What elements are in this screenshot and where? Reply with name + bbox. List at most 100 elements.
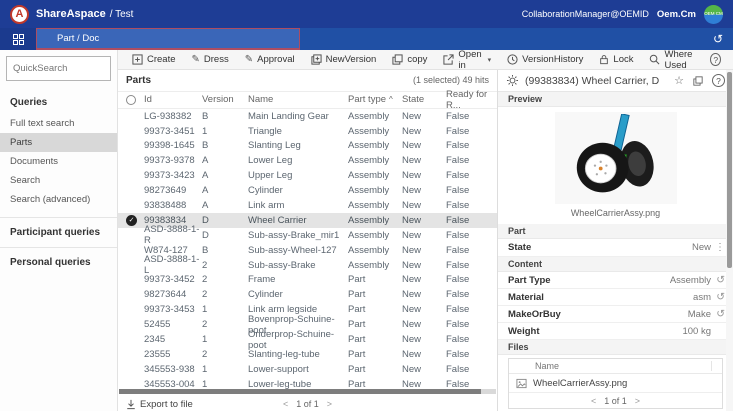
cell-name: Wheel Carrier — [248, 214, 307, 226]
scrollbar-thumb[interactable] — [727, 72, 732, 268]
previous-page-icon[interactable]: < — [591, 396, 596, 406]
vertical-scrollbar[interactable] — [726, 70, 733, 411]
history-icon[interactable]: ↺ — [711, 274, 725, 286]
cell-ready: False — [446, 140, 470, 152]
table-row[interactable]: ✓ 98273649 A Cylinder Assembly New False — [118, 183, 497, 198]
tab-part-doc[interactable]: Part / Doc — [36, 28, 300, 50]
table-row[interactable]: ✓ 23555 2 Slanting-leg-tube Part New Fal… — [118, 347, 497, 362]
cell-part-type: Assembly — [348, 200, 390, 212]
search-input[interactable] — [6, 56, 111, 81]
column-header-part-type[interactable]: Part type ^ — [348, 94, 402, 105]
next-page-icon[interactable]: > — [327, 399, 332, 409]
cell-id: 2345 — [144, 334, 166, 346]
dress-button[interactable]: ✎ Dress — [184, 50, 237, 69]
cell-name: Sub-assy-Brake_mir1 — [248, 229, 340, 241]
cell-id: ASD-3888-1-L — [144, 254, 200, 277]
where-used-button[interactable]: Where Used — [641, 49, 710, 71]
export-to-file-button[interactable]: Export to file — [126, 399, 193, 410]
table-row[interactable]: ✓ 99373-3423 A Upper Leg Assembly New Fa… — [118, 168, 497, 183]
query-list: Full text search Parts Documents Search … — [0, 114, 117, 209]
cell-id: 23555 — [144, 348, 171, 360]
table-row[interactable]: ✓ 99373-3452 2 Frame Part New False — [118, 273, 497, 288]
scrollbar-thumb[interactable] — [119, 389, 481, 395]
table-row[interactable]: ✓ 99373-3451 1 Triangle Assembly New Fal… — [118, 124, 497, 139]
files-section-header: Files — [498, 340, 733, 355]
attribute-row: MakeOrBuy Make ↺ — [498, 306, 733, 323]
cell-state: New — [402, 110, 422, 122]
avatar[interactable]: OEM CM — [704, 4, 723, 24]
user-name[interactable]: Oem.Cm — [657, 9, 696, 20]
copy-button[interactable]: copy — [384, 50, 435, 69]
column-header-version[interactable]: Version — [202, 94, 248, 105]
table-row[interactable]: ✓ 93838488 A Link arm Assembly New False — [118, 198, 497, 213]
query-item-label: Documents — [10, 156, 59, 167]
cell-part-type: Assembly — [348, 229, 390, 241]
cell-part-type: Part — [348, 289, 366, 301]
file-row[interactable]: WheelCarrierAssy.png — [509, 374, 722, 392]
version-history-button[interactable]: VersionHistory — [499, 50, 591, 69]
column-header-ready[interactable]: Ready for R... — [446, 89, 497, 111]
cell-version: B — [202, 110, 209, 122]
cell-ready: False — [446, 229, 470, 241]
cell-id: 345553-938 — [144, 363, 195, 375]
duplicate-icon[interactable] — [693, 75, 703, 86]
favorite-star-icon[interactable]: ☆ — [674, 74, 684, 87]
overflow-menu-icon[interactable]: ⋮ — [711, 242, 725, 253]
table-row[interactable]: ✓ ASD-3888-1-R D Sub-assy-Brake_mir1 Ass… — [118, 224, 497, 246]
cell-ready: False — [446, 289, 470, 301]
sidebar-query-item[interactable]: Search (advanced) — [0, 190, 117, 209]
sidebar-query-item[interactable]: Documents — [0, 152, 117, 171]
sidebar-query-item[interactable]: Full text search — [0, 114, 117, 133]
cell-state: New — [402, 170, 422, 182]
sidebar: Queries Full text search Parts Documents… — [0, 50, 118, 411]
table-row[interactable]: ✓ 345553-938 1 Lower-support Part New Fa… — [118, 362, 497, 377]
previous-page-icon[interactable]: < — [283, 399, 288, 409]
sidebar-item-personal-queries[interactable]: Personal queries — [0, 248, 117, 277]
table-row[interactable]: ✓ 99398-1645 B Slanting Leg Assembly New… — [118, 139, 497, 154]
next-page-icon[interactable]: > — [635, 396, 640, 406]
sidebar-item-participant-queries[interactable]: Participant queries — [0, 218, 117, 247]
column-header-name[interactable]: Name — [248, 94, 348, 105]
help-circle-icon[interactable]: ? — [712, 74, 725, 87]
new-version-button[interactable]: NewVersion — [303, 50, 385, 69]
table-row[interactable]: ✓ 345553-004 1 Lower-leg-tube Part New F… — [118, 377, 497, 390]
cell-part-type: Assembly — [348, 185, 390, 197]
top-bar: ?A ShareAspace / Test CollaborationManag… — [0, 0, 733, 28]
restore-history-button[interactable]: ↺ — [703, 28, 733, 50]
approval-button[interactable]: ✎ Approval — [237, 50, 303, 69]
app-grid-button[interactable] — [0, 28, 36, 50]
table-row[interactable]: ✓ 99373-9378 A Lower Leg Assembly New Fa… — [118, 153, 497, 168]
preview-image[interactable] — [554, 112, 677, 204]
cell-version: A — [202, 185, 209, 197]
column-header-state[interactable]: State — [402, 94, 446, 105]
pencil-icon: ✎ — [244, 54, 254, 65]
sidebar-query-item[interactable]: Search — [0, 171, 117, 190]
table-row[interactable]: ✓ 2345 1 Onderprop-Schuine-poot Part New… — [118, 329, 497, 351]
cell-state: New — [402, 214, 422, 226]
create-button[interactable]: Create — [124, 50, 184, 69]
row-select-checkbox[interactable]: ✓ — [118, 214, 144, 226]
help-icon[interactable]: ? — [710, 53, 721, 66]
file-name: WheelCarrierAssy.png — [533, 377, 628, 389]
cell-version: 2 — [202, 274, 208, 286]
history-icon[interactable]: ↺ — [711, 291, 725, 303]
cell-version: 1 — [202, 363, 208, 375]
sidebar-query-item[interactable]: Parts — [0, 133, 117, 152]
cell-part-type: Assembly — [348, 155, 390, 167]
select-all-checkbox[interactable] — [126, 94, 136, 105]
open-in-button[interactable]: Open in ▾ — [435, 49, 499, 71]
table-row[interactable]: ✓ LG-938382 B Main Landing Gear Assembly… — [118, 109, 497, 124]
queries-section-title: Queries — [10, 97, 48, 108]
gear-icon[interactable] — [506, 74, 519, 87]
attribute-value: Make — [687, 308, 711, 320]
table-body: ✓ LG-938382 B Main Landing Gear Assembly… — [118, 109, 497, 390]
cell-state: New — [402, 289, 422, 301]
horizontal-scrollbar[interactable] — [119, 389, 496, 395]
lock-button[interactable]: Lock — [591, 50, 641, 69]
history-icon[interactable]: ↺ — [711, 308, 725, 320]
cell-ready: False — [446, 214, 470, 226]
table-row[interactable]: ✓ 98273644 2 Cylinder Part New False — [118, 287, 497, 302]
column-header-id[interactable]: Id — [144, 94, 202, 105]
results-panel: Parts (1 selected) 49 hits Id Version Na… — [118, 70, 497, 411]
table-row[interactable]: ✓ ASD-3888-1-L 2 Sub-assy-Brake Assembly… — [118, 254, 497, 276]
